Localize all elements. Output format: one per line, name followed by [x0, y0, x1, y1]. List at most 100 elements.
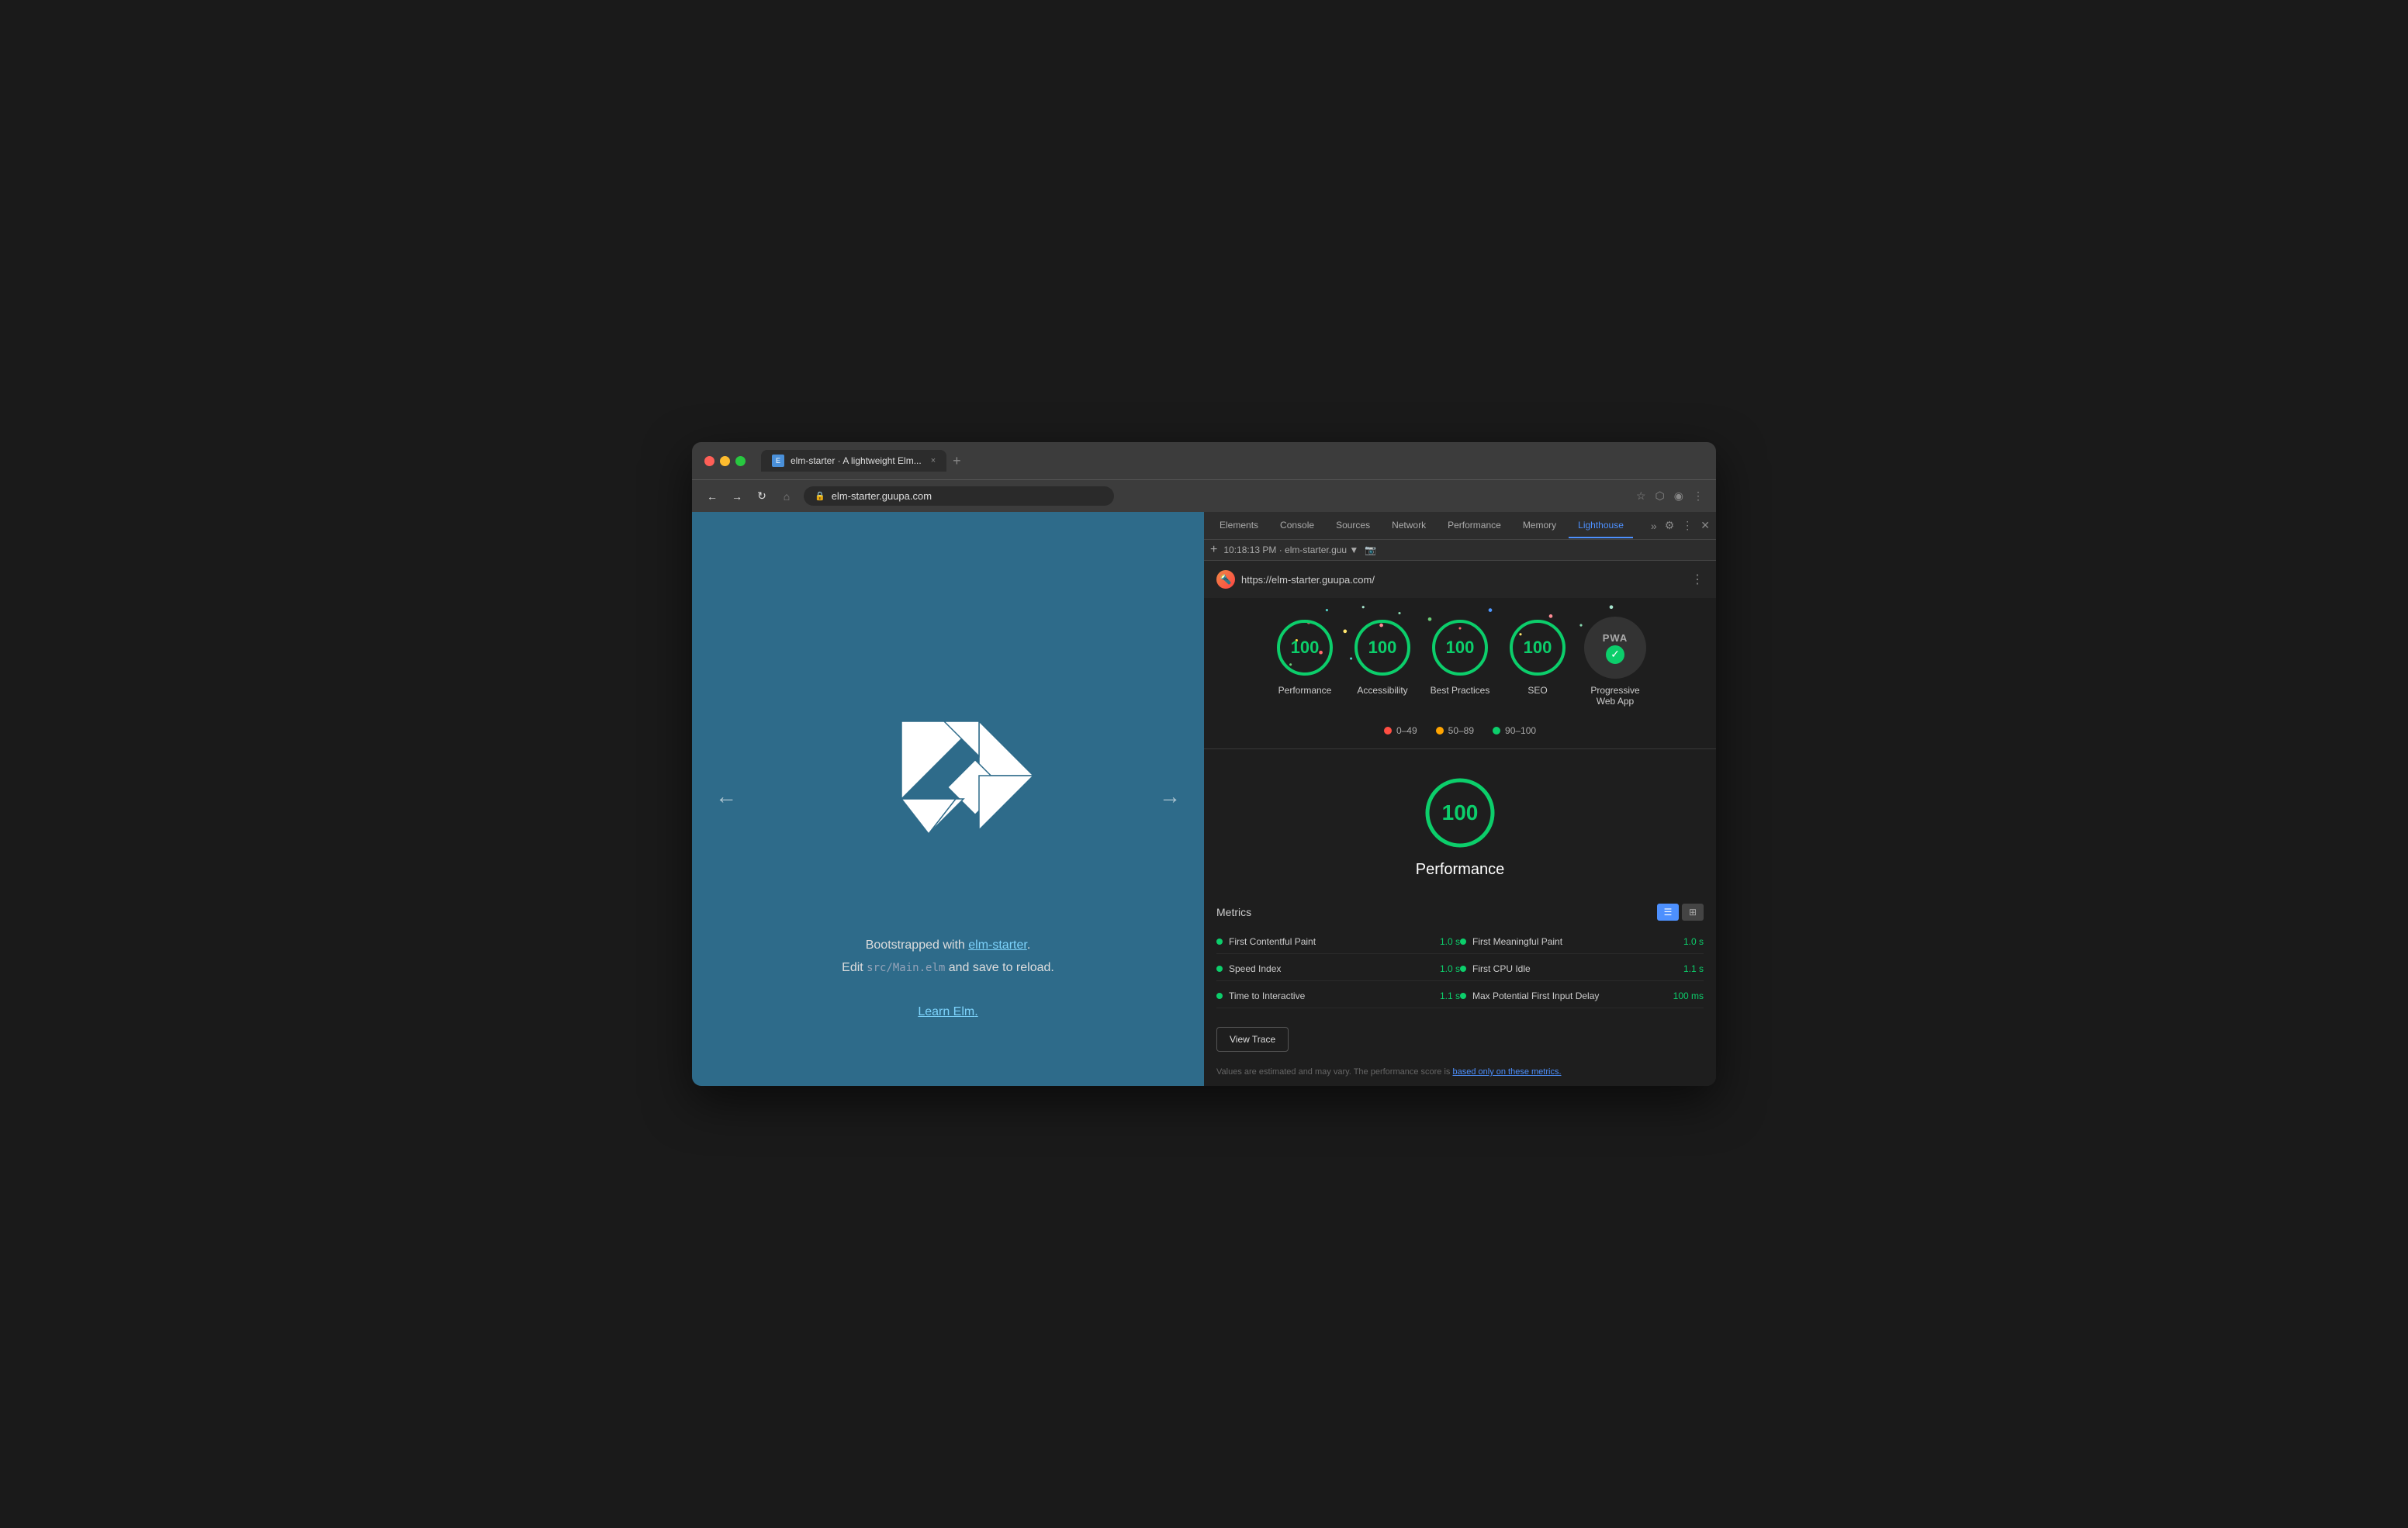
- seo-score-label: SEO: [1527, 685, 1547, 696]
- close-devtools-icon[interactable]: ✕: [1700, 519, 1710, 532]
- legend-orange-label: 50–89: [1448, 725, 1474, 736]
- elm-starter-link[interactable]: elm-starter: [968, 939, 1027, 952]
- website-panel: ← →: [692, 512, 1204, 1086]
- lighthouse-menu-icon[interactable]: ⋮: [1691, 572, 1704, 587]
- tab-memory[interactable]: Memory: [1514, 513, 1566, 538]
- lighthouse-header: 🔦 https://elm-starter.guupa.com/ ⋮: [1204, 561, 1716, 598]
- metric-dot-fcp: [1216, 939, 1223, 945]
- metric-row-mpfid: Max Potential First Input Delay 100 ms: [1460, 984, 1704, 1008]
- bp-score-label: Best Practices: [1431, 685, 1490, 696]
- seo-score-value: 100: [1524, 638, 1552, 658]
- address-bar[interactable]: 🔒 elm-starter.guupa.com: [804, 486, 1114, 506]
- tab-performance[interactable]: Performance: [1438, 513, 1510, 538]
- lock-icon: 🔒: [815, 491, 825, 501]
- title-bar: E elm-starter · A lightweight Elm... × +: [692, 442, 1716, 479]
- legend-orange-dot: [1436, 727, 1444, 735]
- metric-dot-mpfid: [1460, 993, 1466, 999]
- list-view-toggle[interactable]: ☰: [1657, 904, 1679, 921]
- view-trace-button[interactable]: View Trace: [1216, 1027, 1289, 1052]
- camera-icon: 📷: [1365, 544, 1376, 555]
- browser-window: E elm-starter · A lightweight Elm... × +…: [692, 442, 1716, 1086]
- learn-elm-link[interactable]: Learn Elm.: [918, 1005, 977, 1018]
- score-pwa: PWA ✓ Progressive Web App: [1584, 617, 1646, 707]
- tangram-logo: [855, 690, 1041, 861]
- new-tab-button[interactable]: +: [953, 453, 961, 469]
- legend-green-dot: [1493, 727, 1500, 735]
- devtools-toolbar: Elements Console Sources Network Perform…: [1204, 512, 1716, 540]
- score-best-practices: 100 Best Practices: [1429, 617, 1491, 696]
- bootstrapped-text: Bootstrapped with: [866, 939, 969, 952]
- metric-value-mpfid: 100 ms: [1673, 990, 1704, 1001]
- metric-name-fcp: First Contentful Paint: [1229, 936, 1434, 947]
- metrics-section: Metrics ☰ ⊞ First Contentful Paint 1.0 s: [1204, 894, 1716, 1018]
- metric-row-fmp: First Meaningful Paint 1.0 s: [1460, 930, 1704, 954]
- metric-value-si: 1.0 s: [1440, 963, 1460, 974]
- bookmark-icon[interactable]: ☆: [1636, 489, 1646, 503]
- metric-name-fci: First CPU Idle: [1472, 963, 1677, 974]
- minimize-button[interactable]: [720, 456, 730, 466]
- pwa-badge: PWA ✓: [1584, 617, 1646, 679]
- back-button[interactable]: ←: [704, 490, 720, 503]
- nav-icons-right: ☆ ⬡ ◉ ⋮: [1636, 489, 1704, 503]
- tab-elements[interactable]: Elements: [1210, 513, 1268, 538]
- metric-dot-fci: [1460, 966, 1466, 972]
- home-button[interactable]: ⌂: [779, 490, 794, 503]
- tab-console[interactable]: Console: [1271, 513, 1323, 538]
- tab-network[interactable]: Network: [1382, 513, 1435, 538]
- profile-icon[interactable]: ◉: [1674, 489, 1683, 503]
- metrics-title: Metrics: [1216, 906, 1251, 918]
- legend-red-dot: [1384, 727, 1392, 735]
- tab-close-button[interactable]: ×: [931, 456, 936, 465]
- metric-name-tti: Time to Interactive: [1229, 990, 1434, 1001]
- devtools-panel: Elements Console Sources Network Perform…: [1204, 512, 1716, 1086]
- address-text: elm-starter.guupa.com: [832, 490, 932, 502]
- add-session-icon[interactable]: +: [1210, 543, 1217, 557]
- reload-button[interactable]: ↻: [754, 489, 770, 503]
- legend-orange: 50–89: [1436, 725, 1474, 736]
- disclaimer-link[interactable]: based only on these metrics.: [1452, 1067, 1561, 1077]
- big-score-value: 100: [1442, 800, 1479, 825]
- forward-button[interactable]: →: [729, 490, 745, 503]
- a11y-score-value: 100: [1368, 638, 1397, 658]
- main-content: ← →: [692, 512, 1716, 1086]
- bp-score-value: 100: [1446, 638, 1475, 658]
- metric-row-fcp: First Contentful Paint 1.0 s: [1216, 930, 1460, 954]
- tab-lighthouse[interactable]: Lighthouse: [1569, 513, 1633, 538]
- metric-name-mpfid: Max Potential First Input Delay: [1472, 990, 1667, 1001]
- score-seo: 100 SEO: [1507, 617, 1569, 696]
- a11y-score-label: Accessibility: [1357, 685, 1407, 696]
- metrics-grid: First Contentful Paint 1.0 s First Meani…: [1216, 930, 1704, 1008]
- lighthouse-logo-icon: 🔦: [1216, 570, 1235, 589]
- metric-row-tti: Time to Interactive 1.1 s: [1216, 984, 1460, 1008]
- big-score-circle: 100: [1421, 774, 1499, 852]
- session-info: 10:18:13 PM · elm-starter.guu ▼: [1223, 544, 1358, 555]
- tab-sources[interactable]: Sources: [1327, 513, 1379, 538]
- pwa-checkmark-icon: ✓: [1606, 645, 1624, 664]
- disclaimer: Values are estimated and may vary. The p…: [1204, 1061, 1716, 1083]
- section-divider: [1204, 748, 1716, 749]
- session-bar: + 10:18:13 PM · elm-starter.guu ▼ 📷: [1204, 540, 1716, 561]
- more-tabs-icon[interactable]: »: [1651, 520, 1657, 532]
- tab-bar: E elm-starter · A lightweight Elm... × +: [761, 450, 1704, 472]
- score-performance: 100 Performance: [1274, 617, 1336, 696]
- big-score-section: 100 Performance: [1204, 762, 1716, 894]
- menu-icon[interactable]: ⋮: [1693, 489, 1704, 503]
- next-arrow[interactable]: →: [1159, 784, 1181, 809]
- disclaimer-text: Values are estimated and may vary. The p…: [1216, 1067, 1450, 1077]
- tab-title: elm-starter · A lightweight Elm...: [791, 455, 922, 466]
- metric-name-fmp: First Meaningful Paint: [1472, 936, 1677, 947]
- legend-green: 90–100: [1493, 725, 1536, 736]
- prev-arrow[interactable]: ←: [715, 784, 737, 809]
- active-tab[interactable]: E elm-starter · A lightweight Elm... ×: [761, 450, 946, 472]
- dock-icon[interactable]: ⋮: [1682, 519, 1693, 532]
- metric-row-fci: First CPU Idle 1.1 s: [1460, 957, 1704, 981]
- settings-icon[interactable]: ⚙: [1665, 519, 1675, 532]
- metric-dot-fmp: [1460, 939, 1466, 945]
- maximize-button[interactable]: [735, 456, 746, 466]
- pwa-text: PWA: [1603, 632, 1628, 644]
- grid-view-toggle[interactable]: ⊞: [1682, 904, 1704, 921]
- extensions-icon[interactable]: ⬡: [1656, 489, 1665, 503]
- metric-value-fci: 1.1 s: [1683, 963, 1704, 974]
- close-button[interactable]: [704, 456, 714, 466]
- nav-bar: ← → ↻ ⌂ 🔒 elm-starter.guupa.com ☆ ⬡ ◉ ⋮: [692, 479, 1716, 512]
